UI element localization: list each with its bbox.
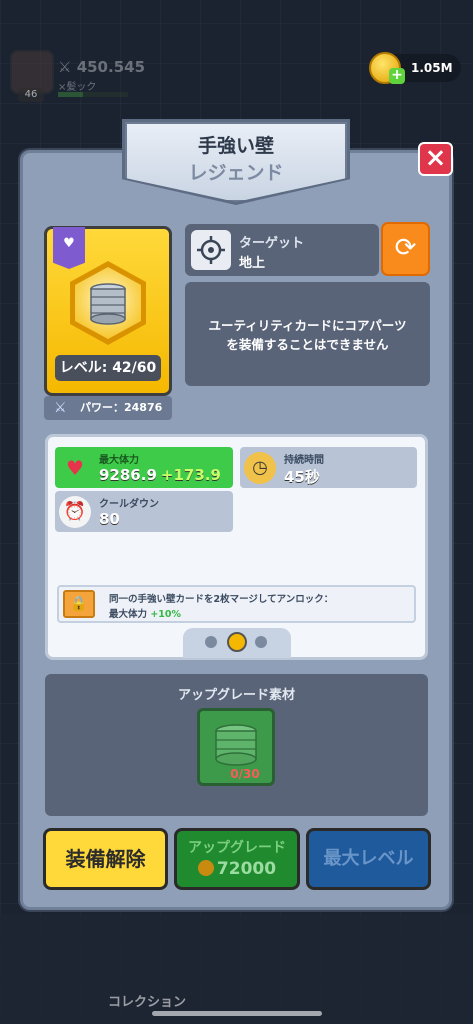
coin-counter[interactable]: + 1.05M	[369, 52, 461, 84]
swap-button[interactable]: ⟳	[381, 222, 430, 276]
unlock-text-line1: 同一の手強い壁カードを2枚マージしてアンロック：	[109, 594, 334, 605]
stat-cooldown-value: 80	[99, 510, 120, 528]
stat-hp-label: 最大体力	[99, 455, 139, 466]
stat-hp-bonus: +173.9	[160, 466, 221, 484]
card-title: 手強い壁	[197, 135, 274, 157]
power-value: 450.545	[76, 58, 146, 76]
stat-cooldown-label: クールダウン	[99, 499, 159, 510]
nav-clan-icon[interactable]	[314, 952, 374, 1012]
nav-shop-icon[interactable]	[18, 952, 78, 1012]
unequip-button[interactable]: 装備解除	[43, 828, 168, 890]
info-box: ユーティリティカードにコアパーツ を装備することはできません	[185, 282, 430, 386]
target-value: 地上	[239, 256, 266, 271]
unlock-text-line2: 最大体力 +10%	[109, 606, 181, 620]
upgrade-label: アップグレード	[188, 840, 286, 856]
clock-icon: ◷	[244, 452, 276, 484]
page-dot[interactable]	[255, 636, 267, 648]
info-text-line1: ユーティリティカードにコアパーツ	[208, 318, 407, 333]
upgrade-cost-row: 72000	[177, 859, 297, 879]
unlock-stat-name: 最大体力	[109, 609, 148, 620]
nav-collection-label: コレクション	[108, 995, 187, 1010]
stat-duration-value: 45秒	[284, 468, 320, 486]
material-slot[interactable]: 0/30	[197, 708, 275, 786]
crosshair-icon	[191, 230, 231, 270]
stat-duration-label: 持続時間	[284, 455, 324, 466]
card-portrait: ♥ レベル: 42/60	[44, 226, 172, 396]
material-count: 0/30	[230, 767, 260, 781]
alarm-clock-icon: ⏰	[59, 496, 91, 528]
player-level-badge: 46	[18, 88, 44, 102]
stat-hp-value: 9286.9	[99, 466, 157, 484]
materials-title: アップグレード素材	[177, 688, 295, 703]
card-power-text: パワー：24876	[80, 401, 163, 414]
heart-chevron-icon: ♥	[63, 236, 75, 251]
coin-icon	[197, 860, 214, 876]
wall-icon	[90, 283, 126, 325]
target-box: ターゲット 地上	[185, 224, 379, 276]
top-bar: 46 ⚔ 450.545 ×髪ック + 1.05M	[0, 44, 473, 104]
card-power: ⚔ パワー：24876	[44, 396, 172, 420]
stat-cooldown: ⏰ クールダウン 80	[55, 491, 233, 532]
page-dot-active[interactable]	[227, 632, 247, 652]
stat-hp-value-row: 9286.9 +173.9	[99, 466, 221, 484]
page-indicator	[183, 628, 291, 658]
max-level-button[interactable]: 最大レベル	[306, 828, 431, 890]
nav-events-icon[interactable]	[404, 952, 464, 1012]
stat-duration: ◷ 持続時間 45秒	[240, 447, 417, 488]
nav-battle-icon[interactable]	[222, 952, 282, 1012]
card-rarity: レジェンド	[188, 162, 284, 184]
unlock-bonus: +10%	[150, 609, 182, 620]
bottom-nav: コレクション	[0, 914, 473, 1024]
page-dot[interactable]	[205, 636, 217, 648]
sword-icon: ⚔	[58, 58, 72, 76]
target-label: ターゲット	[239, 236, 305, 251]
refresh-icon: ⟳	[394, 233, 417, 263]
sword-icon: ⚔	[54, 400, 67, 416]
coin-value: 1.05M	[411, 61, 453, 75]
xp-bar	[58, 92, 128, 97]
unlock-info: 🔒 同一の手強い壁カードを2枚マージしてアンロック： 最大体力 +10%	[57, 585, 416, 623]
home-indicator	[152, 1011, 322, 1016]
info-text-line2: を装備することはできません	[226, 337, 389, 352]
wall-icon	[215, 724, 257, 766]
stat-max-hp: ♥ 最大体力 9286.9 +173.9	[55, 447, 233, 488]
card-level: レベル: 42/60	[55, 355, 161, 381]
power-readout: ⚔ 450.545	[58, 58, 145, 76]
lock-icon: 🔒	[63, 590, 95, 618]
upgrade-button[interactable]: アップグレード 72000	[174, 828, 300, 890]
plus-icon[interactable]: +	[389, 68, 405, 84]
rarity-ribbon: ♥	[53, 227, 85, 269]
close-button[interactable]: ×	[418, 142, 453, 176]
player-name: ×髪ック	[58, 82, 97, 93]
heart-icon: ♥	[66, 456, 84, 480]
upgrade-cost: 72000	[216, 859, 277, 879]
xp-fill	[58, 92, 83, 97]
